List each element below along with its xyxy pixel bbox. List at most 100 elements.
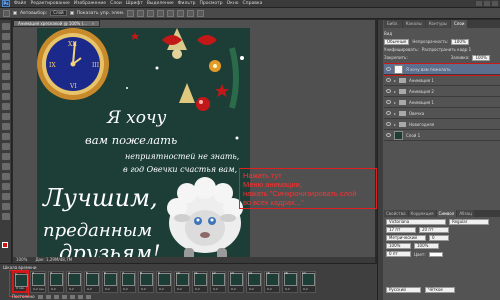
eye-icon[interactable] xyxy=(386,78,391,82)
text-color-swatch[interactable] xyxy=(428,251,443,257)
align-top-icon[interactable] xyxy=(127,9,135,17)
frame-delay[interactable]: 0,2 xyxy=(195,287,200,291)
animation-frame[interactable]: 15 0,2 xyxy=(264,271,280,293)
tab-character[interactable]: Символ xyxy=(436,210,457,217)
frame-delay[interactable]: 0,2 xyxy=(141,287,146,291)
chevron-right-icon[interactable]: ▸ xyxy=(394,122,396,127)
pen-tool-icon[interactable] xyxy=(1,163,10,170)
animation-frame[interactable]: 16 0,2 xyxy=(282,271,298,293)
animation-frame[interactable]: 12 0,2 xyxy=(210,271,226,293)
menu-view[interactable]: Просмотр xyxy=(199,1,222,6)
horizontal-scale-field[interactable]: 100% xyxy=(414,243,439,249)
propagate-frame-label[interactable]: Распространить кадр 1 xyxy=(422,46,471,53)
distribute-icon[interactable] xyxy=(187,9,195,17)
align-left-icon[interactable] xyxy=(157,9,165,17)
chevron-right-icon[interactable]: ▸ xyxy=(394,111,396,116)
eye-icon[interactable] xyxy=(386,122,391,126)
greeting-card-canvas[interactable]: XII III VI IX Я хочу вам пожелать неприя… xyxy=(37,28,250,265)
shape-tool-icon[interactable] xyxy=(1,193,10,200)
duplicate-frame-icon[interactable] xyxy=(77,294,83,299)
frame-delay[interactable]: 0,2 xyxy=(105,287,110,291)
layer-row[interactable]: ▸ Анимация 1 xyxy=(384,75,500,86)
quick-select-tool-icon[interactable] xyxy=(1,53,10,60)
align-middle-icon[interactable] xyxy=(137,9,145,17)
animation-frame[interactable]: 11 0,2 xyxy=(192,271,208,293)
gradient-tool-icon[interactable] xyxy=(1,133,10,140)
move-tool-icon[interactable] xyxy=(3,9,10,17)
menu-image[interactable]: Изображение xyxy=(74,1,106,6)
layer-row[interactable]: ▸ Анимация 1 xyxy=(384,97,500,108)
language-select[interactable]: Русский xyxy=(386,287,421,293)
path-select-tool-icon[interactable] xyxy=(1,183,10,190)
eye-icon[interactable] xyxy=(386,89,391,93)
minimize-icon[interactable] xyxy=(476,1,482,6)
3d-mode-icon[interactable] xyxy=(197,9,205,17)
marquee-tool-icon[interactable] xyxy=(1,33,10,40)
crop-tool-icon[interactable] xyxy=(1,63,10,70)
close-icon[interactable] xyxy=(492,1,498,6)
animation-frame[interactable]: 3 0,2 xyxy=(48,271,64,293)
tab-channels[interactable]: Каналы xyxy=(402,20,425,28)
menu-select[interactable]: Выделение xyxy=(147,1,174,6)
first-frame-icon[interactable] xyxy=(37,294,43,299)
eye-icon[interactable] xyxy=(386,111,391,115)
frame-delay[interactable]: 0,2 xyxy=(267,287,272,291)
frame-delay[interactable]: 0,2 xyxy=(303,287,308,291)
animation-frame[interactable]: 14 0,2 xyxy=(246,271,262,293)
frame-delay[interactable]: 0,2 xyxy=(51,287,56,291)
layer-row[interactable]: ▸ Овечка xyxy=(384,108,500,119)
animation-frame[interactable]: 4 0,2 xyxy=(66,271,82,293)
chevron-right-icon[interactable]: ▸ xyxy=(394,89,396,94)
align-center-icon[interactable] xyxy=(167,9,175,17)
menu-file[interactable]: Файл xyxy=(14,1,26,6)
frame-delay[interactable]: 0,2 xyxy=(231,287,236,291)
layer-row[interactable]: ▸ Новогодняя xyxy=(384,119,500,130)
fill-field[interactable]: 100% xyxy=(472,54,490,61)
frame-delay[interactable]: 0,2 сек. xyxy=(33,287,45,291)
layer-row[interactable]: ▸ Анимация 2 xyxy=(384,86,500,97)
animation-frame[interactable]: 9 0,2 xyxy=(156,271,172,293)
layer-row-selected[interactable]: Я хочу вам пожелать xyxy=(383,63,500,76)
autoselect-dropdown[interactable]: Слой xyxy=(50,10,67,16)
tween-icon[interactable] xyxy=(69,294,75,299)
baseline-shift-field[interactable]: 0 пт xyxy=(386,251,411,257)
font-style-select[interactable]: Regular xyxy=(449,219,489,225)
align-bottom-icon[interactable] xyxy=(147,9,155,17)
animation-frame[interactable]: 6 0,2 xyxy=(102,271,118,293)
frame-delay[interactable]: 0,2 xyxy=(213,287,218,291)
menu-layers[interactable]: Слои xyxy=(110,1,122,6)
history-brush-tool-icon[interactable] xyxy=(1,113,10,120)
close-icon[interactable]: × xyxy=(91,21,94,26)
next-frame-icon[interactable] xyxy=(61,294,67,299)
brush-tool-icon[interactable] xyxy=(1,93,10,100)
animation-frame[interactable]: 8 0,2 xyxy=(138,271,154,293)
vertical-scale-field[interactable]: 100% xyxy=(386,243,411,249)
lasso-tool-icon[interactable] xyxy=(1,43,10,50)
tracking-field[interactable]: 0 xyxy=(429,235,449,241)
tab-layers[interactable]: Слои xyxy=(451,20,468,28)
prev-frame-icon[interactable] xyxy=(45,294,51,299)
tab-paragraph[interactable]: Абзац xyxy=(457,210,474,217)
frame-delay[interactable]: 0,2 xyxy=(285,287,290,291)
leading-field[interactable]: 20 пт xyxy=(419,227,449,233)
chevron-right-icon[interactable]: ▸ xyxy=(394,78,396,83)
layer-row[interactable]: Слой 1 xyxy=(384,130,500,141)
animation-frame[interactable]: 13 0,2 xyxy=(228,271,244,293)
align-right-icon[interactable] xyxy=(177,9,185,17)
eye-icon[interactable] xyxy=(386,133,391,137)
menu-help[interactable]: Справка xyxy=(243,1,263,6)
eraser-tool-icon[interactable] xyxy=(1,123,10,130)
document-tab[interactable]: Анимация хрескакой @ 100% (... × xyxy=(13,20,100,27)
hand-tool-icon[interactable] xyxy=(1,203,10,210)
font-family-select[interactable]: Victoriana xyxy=(386,219,446,225)
eyedropper-tool-icon[interactable] xyxy=(1,73,10,80)
animation-frame[interactable]: 17 0,2 xyxy=(300,271,316,293)
blend-mode-select[interactable]: Обычные xyxy=(384,38,410,45)
antialias-select[interactable]: Чёткое xyxy=(425,287,455,293)
filter-kind-label[interactable]: Вид xyxy=(384,30,392,37)
stamp-tool-icon[interactable] xyxy=(1,103,10,110)
animation-frame[interactable]: 10 0,2 xyxy=(174,271,190,293)
blur-tool-icon[interactable] xyxy=(1,143,10,150)
frame-delay[interactable]: 0,2 xyxy=(159,287,164,291)
eye-icon[interactable] xyxy=(386,100,391,104)
